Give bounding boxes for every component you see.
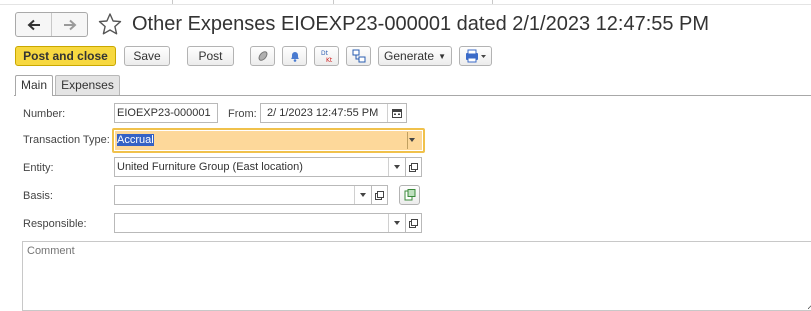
entity-dropdown-button[interactable]	[388, 158, 405, 176]
top-divider	[172, 0, 173, 4]
tab-main[interactable]: Main	[15, 75, 53, 96]
basis-dropdown-button[interactable]	[354, 186, 371, 204]
dropdown-divider	[407, 132, 408, 149]
star-icon	[98, 13, 122, 35]
svg-text:Dt: Dt	[321, 50, 329, 57]
transaction-type-dropdown-button[interactable]	[409, 138, 415, 142]
chevron-down-icon	[394, 221, 400, 225]
entity-value: United Furniture Group (East location)	[117, 161, 303, 173]
chevron-down-icon: ▼	[438, 52, 446, 61]
basis-label: Basis:	[23, 190, 53, 202]
debit-credit-icon: DtKt	[321, 50, 333, 63]
entity-label: Entity:	[23, 162, 54, 174]
bell-icon	[290, 52, 299, 62]
responsible-dropdown-button[interactable]	[388, 214, 405, 232]
generate-label: Generate	[384, 49, 435, 63]
transaction-type-field[interactable]: Accrual	[112, 128, 425, 153]
transaction-type-value: Accrual	[117, 134, 154, 146]
save-button[interactable]: Save	[124, 46, 170, 66]
reminder-button[interactable]	[282, 46, 307, 66]
tab-expenses[interactable]: Expenses	[55, 75, 120, 95]
responsible-field[interactable]	[114, 213, 406, 233]
arrow-right-icon	[63, 19, 76, 30]
svg-text:Kt: Kt	[326, 57, 333, 63]
post-and-close-button[interactable]: Post and close	[15, 46, 116, 66]
forward-button[interactable]	[51, 13, 87, 36]
chevron-down-icon	[394, 165, 400, 169]
number-label: Number:	[23, 108, 66, 120]
debit-credit-button[interactable]: Dt Kt	[314, 46, 339, 66]
chevron-down-icon	[360, 193, 366, 197]
from-label: From:	[228, 108, 257, 120]
transaction-type-label: Transaction Type:	[23, 134, 110, 146]
transaction-type-input[interactable]: Accrual	[115, 131, 422, 150]
tabs-divider	[14, 95, 811, 96]
post-button[interactable]: Post	[187, 46, 234, 66]
calendar-button[interactable]	[387, 104, 406, 122]
basis-field[interactable]	[114, 185, 372, 205]
fill-document-icon	[404, 189, 415, 201]
structure-button[interactable]	[346, 46, 371, 66]
attachments-button[interactable]	[250, 46, 275, 66]
responsible-open-button[interactable]	[406, 213, 422, 233]
comment-textarea[interactable]	[22, 241, 811, 311]
from-date-field[interactable]: 2/ 1/2023 12:47:55 PM	[260, 103, 407, 123]
arrow-left-icon	[27, 19, 40, 30]
print-icon	[465, 49, 486, 63]
generate-button[interactable]: Generate ▼	[378, 46, 452, 66]
open-icon	[375, 190, 384, 200]
structure-icon	[352, 49, 365, 63]
print-button[interactable]	[459, 46, 492, 66]
number-field[interactable]: EIOEXP23-000001	[114, 103, 218, 123]
paperclip-icon	[258, 51, 267, 61]
open-icon	[409, 162, 418, 172]
top-divider	[492, 0, 493, 4]
chevron-down-icon	[409, 138, 415, 142]
top-divider	[333, 0, 334, 4]
from-date-value: 2/ 1/2023 12:47:55 PM	[267, 107, 379, 119]
page-title: Other Expenses EIOEXP23-000001 dated 2/1…	[132, 13, 710, 35]
responsible-label: Responsible:	[23, 218, 87, 230]
back-button[interactable]	[16, 13, 51, 36]
entity-field[interactable]: United Furniture Group (East location)	[114, 157, 406, 177]
open-icon	[409, 218, 418, 228]
top-border	[0, 0, 811, 5]
basis-open-button[interactable]	[372, 185, 388, 205]
navigation-buttons	[15, 12, 88, 37]
entity-open-button[interactable]	[406, 157, 422, 177]
calendar-icon	[392, 109, 402, 118]
favorite-button[interactable]	[97, 12, 123, 36]
basis-fill-button[interactable]	[399, 185, 420, 205]
